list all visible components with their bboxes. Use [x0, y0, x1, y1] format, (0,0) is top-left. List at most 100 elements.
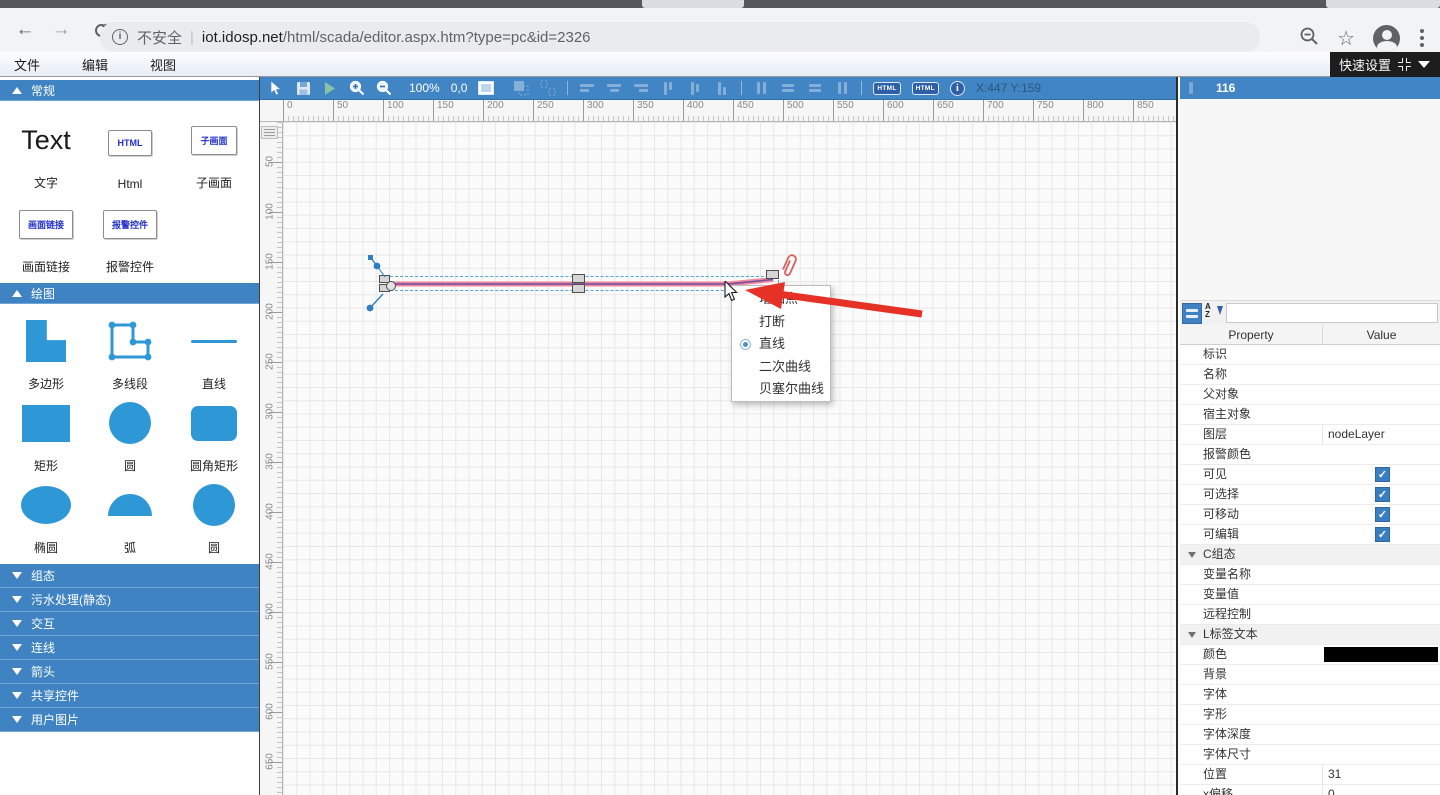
sidebar-section-交互[interactable]: 交互	[0, 612, 259, 636]
categorized-view-icon[interactable]	[1182, 303, 1202, 324]
property-row[interactable]: 字体深度	[1180, 725, 1440, 745]
resize-handle-middle-bottom[interactable]	[572, 284, 585, 293]
align-left-icon[interactable]	[579, 80, 595, 96]
zoom-in-icon[interactable]	[349, 80, 365, 96]
context-menu-item-贝塞尔曲线[interactable]: 贝塞尔曲线	[732, 378, 830, 401]
sidebar-section-组态[interactable]: 组态	[0, 564, 259, 588]
checkbox-checked-icon[interactable]: ✓	[1375, 487, 1390, 502]
property-row[interactable]: 宿主对象	[1180, 405, 1440, 425]
palette-shape-ellipse[interactable]: 椭圆	[21, 474, 71, 556]
same-size-icon[interactable]	[807, 80, 823, 96]
property-row[interactable]: 位置31	[1180, 765, 1440, 785]
palette-shape-polyline[interactable]: 多线段	[107, 310, 153, 392]
inspector-tab-label[interactable]: 116	[1216, 77, 1235, 99]
palette-item-button[interactable]: 子画面	[191, 126, 236, 155]
palette-shape-circle[interactable]: 圆	[193, 474, 235, 556]
info-icon[interactable]: i	[950, 81, 965, 96]
ungroup-icon[interactable]	[540, 80, 556, 96]
preview-html-icon[interactable]: HTML	[912, 82, 939, 95]
palette-item[interactable]: Text文字	[21, 107, 71, 191]
profile-avatar[interactable]	[1373, 25, 1400, 52]
export-html-icon[interactable]: HTML	[873, 82, 900, 95]
palette-item[interactable]: 报警控件报警控件	[103, 191, 157, 275]
zoom-level-value[interactable]: 100%	[409, 81, 440, 95]
browser-menu-icon[interactable]	[1418, 27, 1426, 49]
property-row[interactable]: 可选择✓	[1180, 485, 1440, 505]
property-row[interactable]: 报警颜色	[1180, 445, 1440, 465]
back-icon[interactable]: ←	[12, 17, 38, 43]
save-icon[interactable]	[295, 80, 311, 96]
context-menu-item-直线[interactable]: 直线	[732, 333, 830, 356]
origin-value[interactable]: 0,0	[451, 81, 468, 95]
quick-settings-button[interactable]: 快速设置	[1330, 52, 1440, 77]
palette-item-button[interactable]: HTML	[108, 130, 152, 156]
group-icon[interactable]	[513, 80, 529, 96]
browser-zoom-icon[interactable]	[1299, 26, 1319, 51]
align-middle-icon[interactable]	[687, 80, 703, 96]
property-row[interactable]: 远程控制	[1180, 605, 1440, 625]
property-section-row[interactable]: L标签文本	[1180, 625, 1440, 645]
sidebar-section-用户图片[interactable]: 用户图片	[0, 708, 259, 732]
checkbox-checked-icon[interactable]: ✓	[1375, 507, 1390, 522]
sidebar-section-共享控件[interactable]: 共享控件	[0, 684, 259, 708]
property-row[interactable]: 变量值	[1180, 585, 1440, 605]
palette-item-button[interactable]: 报警控件	[103, 210, 157, 239]
palette-shape-line[interactable]: 直线	[191, 310, 237, 392]
menu-item-3[interactable]: 视图	[136, 55, 190, 74]
palette-shape-polygon[interactable]: 多边形	[26, 310, 66, 392]
sidebar-section-常规[interactable]: 常规	[0, 80, 259, 101]
checkbox-checked-icon[interactable]: ✓	[1375, 467, 1390, 482]
resize-handle-middle-top[interactable]	[572, 274, 585, 283]
property-row[interactable]: x偏移0	[1180, 785, 1440, 795]
property-row[interactable]: 名称	[1180, 365, 1440, 385]
property-row[interactable]: 标识	[1180, 345, 1440, 365]
property-value[interactable]: 0	[1322, 785, 1440, 795]
property-section-row[interactable]: C组态	[1180, 545, 1440, 565]
property-row[interactable]: 可见✓	[1180, 465, 1440, 485]
select-cursor-icon[interactable]	[268, 80, 284, 96]
browser-tab[interactable]	[642, 0, 744, 8]
property-row[interactable]: 可移动✓	[1180, 505, 1440, 525]
distribute-v-icon[interactable]	[780, 80, 796, 96]
menu-item-1[interactable]: 文件	[0, 55, 54, 74]
property-value[interactable]: nodeLayer	[1322, 425, 1440, 444]
rotate-handle-bottom-icon[interactable]	[364, 289, 389, 314]
align-right-icon[interactable]	[633, 80, 649, 96]
property-filter-input[interactable]	[1226, 303, 1438, 323]
palette-item[interactable]: 子画面子画面	[191, 107, 236, 191]
palette-shape-arc[interactable]: 弧	[108, 474, 152, 556]
rotate-handle-top-icon[interactable]	[365, 253, 390, 281]
run-icon[interactable]	[322, 80, 338, 96]
page-info-icon[interactable]: i	[112, 29, 128, 45]
palette-shape-circle[interactable]: 圆	[109, 392, 151, 474]
palette-item-button[interactable]: 画面链接	[19, 210, 73, 239]
property-value[interactable]: 31	[1322, 765, 1440, 784]
palette-item[interactable]: 画面链接画面链接	[19, 191, 73, 275]
property-row[interactable]: 变量名称	[1180, 565, 1440, 585]
palette-item[interactable]: HTMLHtml	[108, 107, 152, 191]
section-collapse-icon[interactable]	[1188, 632, 1196, 638]
property-row[interactable]: 字体	[1180, 685, 1440, 705]
section-collapse-icon[interactable]	[1188, 552, 1196, 558]
align-center-icon[interactable]	[606, 80, 622, 96]
checkbox-checked-icon[interactable]: ✓	[1375, 527, 1390, 542]
palette-shape-rounded-rect[interactable]: 圆角矩形	[190, 392, 238, 474]
context-menu-item-二次曲线[interactable]: 二次曲线	[732, 356, 830, 379]
forward-icon[interactable]: →	[48, 17, 74, 43]
property-row[interactable]: 颜色	[1180, 645, 1440, 665]
property-row[interactable]: 字体尺寸	[1180, 745, 1440, 765]
sidebar-section-污水处理(静态)[interactable]: 污水处理(静态)	[0, 588, 259, 612]
property-row[interactable]: 父对象	[1180, 385, 1440, 405]
same-width-icon[interactable]	[834, 80, 850, 96]
security-label[interactable]: 不安全	[137, 27, 182, 48]
design-grid[interactable]	[283, 122, 1176, 795]
browser-tab[interactable]	[1326, 0, 1440, 8]
sidebar-section-连线[interactable]: 连线	[0, 636, 259, 660]
palette-shape-rect[interactable]: 矩形	[22, 392, 70, 474]
sidebar-section-绘图[interactable]: 绘图	[0, 283, 259, 304]
property-row[interactable]: 可编辑✓	[1180, 525, 1440, 545]
align-top-icon[interactable]	[660, 80, 676, 96]
bookmark-star-icon[interactable]: ☆	[1337, 26, 1355, 51]
align-bottom-icon[interactable]	[714, 80, 730, 96]
distribute-h-icon[interactable]	[753, 80, 769, 96]
